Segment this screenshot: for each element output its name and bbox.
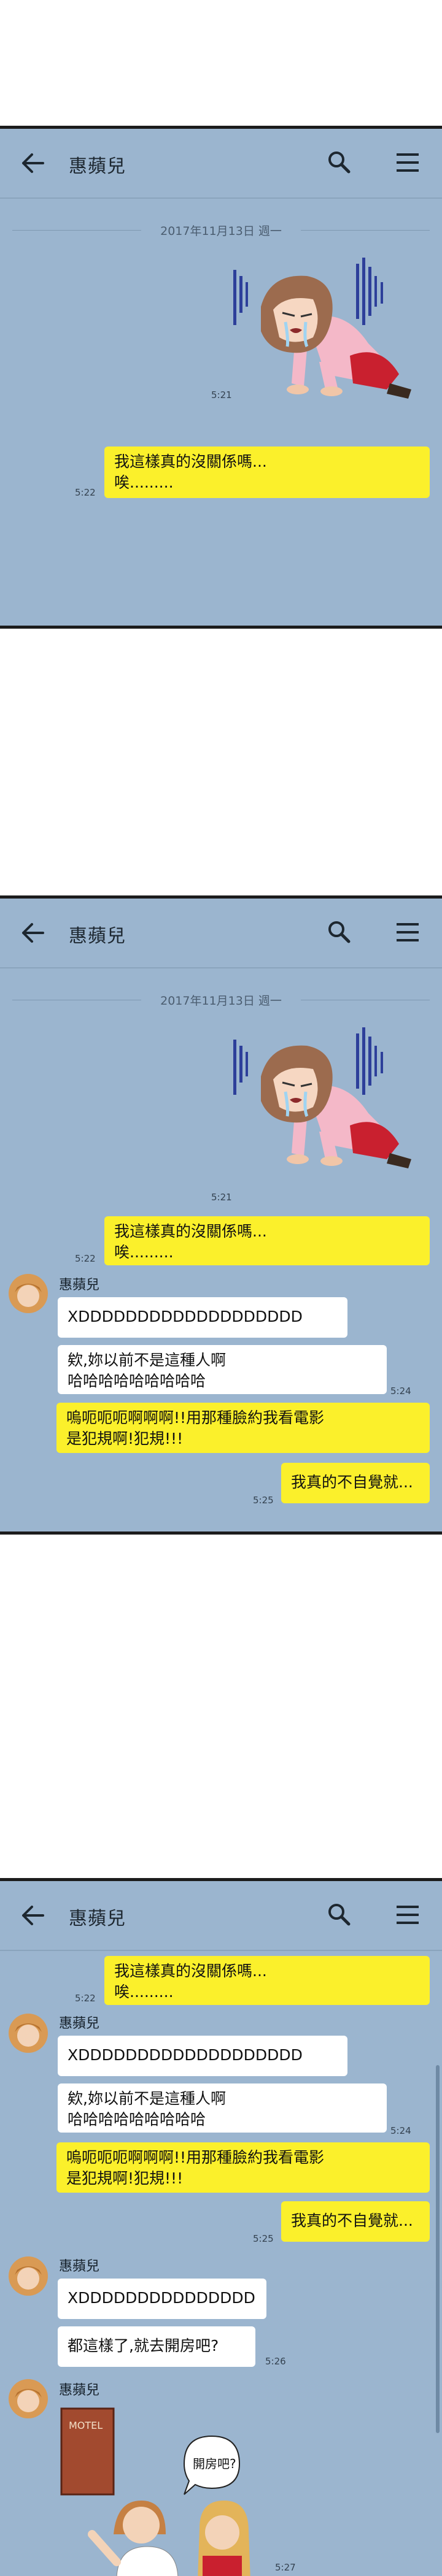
my-message-bubble[interactable]: 嗚呃呃呃啊啊啊!!用那種臉約我看電影 是犯規啊!犯規!!! bbox=[56, 1403, 430, 1453]
their-message-bubble[interactable]: XDDDDDDDDDDDDDDDDDDD bbox=[58, 2036, 347, 2076]
chat-panel-2: 惠蘋兒 2017年11月13日 週一 5:21 5:22 我這樣真的沒關係嗎..… bbox=[0, 895, 442, 1535]
sticker-timestamp: 5:21 bbox=[211, 389, 232, 401]
my-message-bubble[interactable]: 我真的不自覺就... bbox=[281, 1463, 430, 1503]
message-timestamp: 5:25 bbox=[253, 2233, 274, 2244]
message-timestamp: 5:22 bbox=[75, 1993, 96, 2004]
sender-name: 惠蘋兒 bbox=[59, 2016, 100, 2031]
search-icon[interactable] bbox=[327, 1902, 351, 1926]
sender-name: 惠蘋兒 bbox=[59, 1278, 100, 1293]
sender-avatar[interactable] bbox=[9, 2256, 48, 2296]
my-message-bubble[interactable]: 我這樣真的沒關係嗎... 唉......... bbox=[104, 1956, 430, 2005]
sender-avatar[interactable] bbox=[9, 2014, 48, 2053]
message-timestamp: 5:24 bbox=[390, 2125, 411, 2136]
chat-title: 惠蘋兒 bbox=[69, 926, 126, 947]
their-message-bubble[interactable]: 都這樣了,就去開房吧? bbox=[58, 2326, 255, 2367]
speech-bubble-text: 開房吧? bbox=[193, 2456, 236, 2471]
sticker-timestamp: 5:21 bbox=[211, 1192, 232, 1203]
date-divider: 2017年11月13日 週一 bbox=[12, 221, 430, 239]
chat-panel-1: 惠蘋兒 2017年11月13日 週一 5:21 5:22 我這樣真的沒關係嗎..… bbox=[0, 126, 442, 629]
back-arrow-icon[interactable] bbox=[21, 922, 45, 944]
sender-avatar[interactable] bbox=[9, 2379, 48, 2418]
chat-header: 惠蘋兒 bbox=[0, 899, 442, 968]
search-icon[interactable] bbox=[327, 919, 351, 944]
scrollbar[interactable] bbox=[436, 2065, 440, 2433]
my-message-bubble[interactable]: 我這樣真的沒關係嗎... 唉......... bbox=[104, 1216, 430, 1265]
menu-icon[interactable] bbox=[395, 922, 420, 943]
message-timestamp: 5:27 bbox=[275, 2562, 296, 2573]
menu-icon[interactable] bbox=[395, 152, 420, 173]
message-timestamp: 5:26 bbox=[265, 2356, 286, 2367]
their-message-bubble[interactable]: 欸,妳以前不是這種人啊 哈哈哈哈哈哈哈哈哈 bbox=[58, 2083, 387, 2133]
search-icon[interactable] bbox=[327, 150, 351, 174]
their-message-bubble[interactable]: XDDDDDDDDDDDDDDD bbox=[58, 2279, 266, 2319]
chat-title: 惠蘋兒 bbox=[69, 156, 126, 177]
message-timestamp: 5:25 bbox=[253, 1495, 274, 1506]
crying-girl-sticker bbox=[233, 258, 411, 399]
chat-header: 惠蘋兒 bbox=[0, 129, 442, 199]
my-message-bubble[interactable]: 嗚呃呃呃啊啊啊!!用那種臉約我看電影 是犯規啊!犯規!!! bbox=[56, 2142, 430, 2193]
crying-girl-sticker bbox=[233, 1027, 411, 1168]
their-message-bubble[interactable]: 欸,妳以前不是這種人啊 哈哈哈哈哈哈哈哈哈 bbox=[58, 1345, 387, 1394]
sender-name: 惠蘋兒 bbox=[59, 2383, 100, 2398]
motel-sticker: MOTEL 開房吧? bbox=[55, 2402, 276, 2576]
message-timestamp: 5:24 bbox=[390, 1386, 411, 1397]
back-arrow-icon[interactable] bbox=[21, 152, 45, 174]
my-message-bubble[interactable]: 我這樣真的沒關係嗎... 唉......... bbox=[104, 447, 430, 498]
chat-header: 惠蘋兒 bbox=[0, 1881, 442, 1951]
message-timestamp: 5:22 bbox=[75, 1253, 96, 1264]
chat-panel-3: 5:22 我這樣真的沒關係嗎... 唉......... 惠蘋兒 XDDDDDD… bbox=[0, 1878, 442, 2576]
date-divider: 2017年11月13日 週一 bbox=[12, 991, 430, 1009]
motel-sign-label: MOTEL bbox=[69, 2420, 103, 2431]
message-timestamp: 5:22 bbox=[75, 487, 96, 498]
menu-icon[interactable] bbox=[395, 1904, 420, 1925]
back-arrow-icon[interactable] bbox=[21, 1904, 45, 1926]
sender-avatar[interactable] bbox=[9, 1274, 48, 1313]
chat-title: 惠蘋兒 bbox=[69, 1908, 126, 1930]
their-message-bubble[interactable]: XDDDDDDDDDDDDDDDDDDD bbox=[58, 1297, 347, 1338]
sender-name: 惠蘋兒 bbox=[59, 2259, 100, 2274]
my-message-bubble[interactable]: 我真的不自覺就... bbox=[281, 2201, 430, 2242]
